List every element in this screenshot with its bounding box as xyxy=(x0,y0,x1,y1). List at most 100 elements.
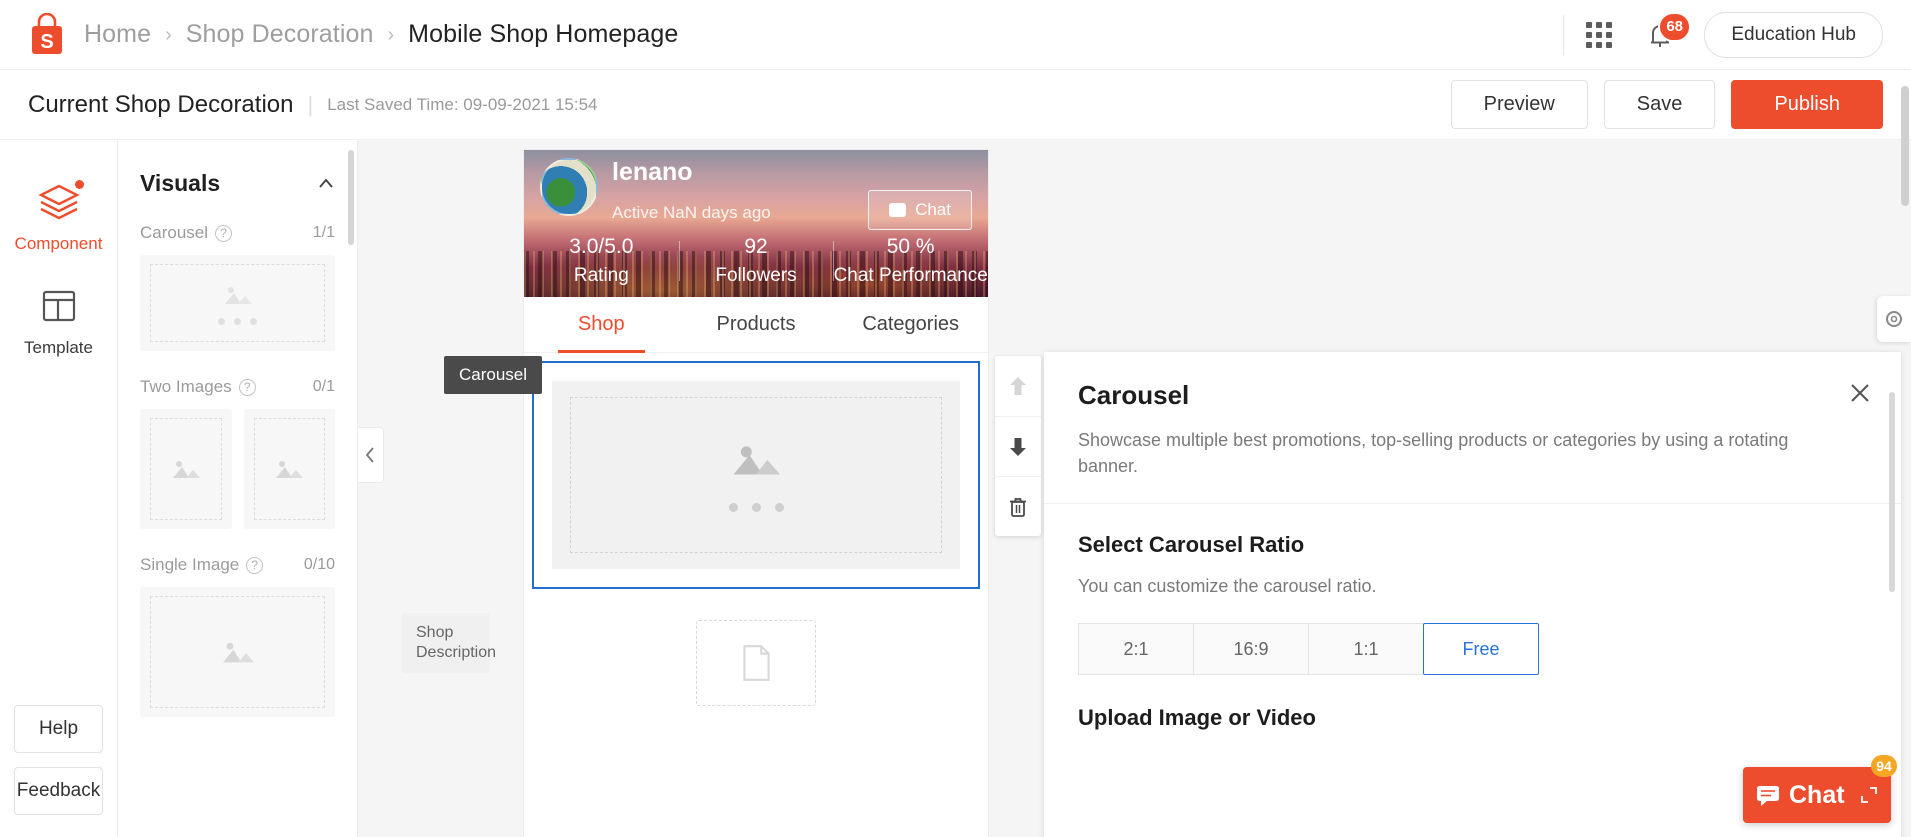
image-placeholder-icon xyxy=(276,461,304,478)
visuals-group-label: Carousel xyxy=(140,223,209,242)
delete-component-button[interactable] xyxy=(995,476,1041,536)
image-placeholder-icon xyxy=(224,286,252,304)
image-placeholder-icon xyxy=(733,445,781,475)
visuals-title: Visuals xyxy=(140,170,221,196)
stat-value: 50 % xyxy=(886,235,935,258)
visuals-panel: Visuals Carousel ? 1/1 Two Images ? 0/1 … xyxy=(118,140,358,837)
feedback-button[interactable]: Feedback xyxy=(14,767,103,815)
chat-widget[interactable]: Chat 94 xyxy=(1743,755,1897,823)
editor-canvas: lenano Active NaN days ago Chat 3.0/5.0 … xyxy=(358,140,1911,837)
education-hub-button[interactable]: Education Hub xyxy=(1704,11,1883,58)
ratio-options: 2:1 16:9 1:1 Free xyxy=(1078,623,1867,676)
document-placeholder-icon xyxy=(743,645,770,681)
breadcrumb-separator-icon: › xyxy=(165,23,172,46)
visuals-group-label: Two Images xyxy=(140,377,232,396)
ratio-option-2-1[interactable]: 2:1 xyxy=(1078,623,1194,676)
trash-icon xyxy=(1010,497,1026,517)
arrow-up-icon xyxy=(1010,377,1026,395)
question-mark-icon[interactable]: ? xyxy=(238,378,256,396)
move-down-button[interactable] xyxy=(995,416,1041,476)
chevron-up-icon[interactable] xyxy=(317,175,335,193)
image-placeholder-icon xyxy=(222,642,254,663)
chat-widget-badge: 94 xyxy=(1871,755,1897,777)
breadcrumb: Home › Shop Decoration › Mobile Shop Hom… xyxy=(84,20,678,49)
visuals-group-count: 0/10 xyxy=(303,556,335,573)
collapse-panel-button[interactable] xyxy=(358,427,384,483)
expand-icon[interactable] xyxy=(1859,785,1879,805)
tab-shop[interactable]: Shop xyxy=(524,297,679,353)
feedback-tab[interactable] xyxy=(1877,296,1911,342)
breadcrumb-item-home[interactable]: Home xyxy=(84,20,151,49)
mobile-preview: lenano Active NaN days ago Chat 3.0/5.0 … xyxy=(524,150,988,837)
component-thumbnail-two-images-left[interactable] xyxy=(140,409,232,529)
component-new-dot-icon xyxy=(74,180,84,189)
component-thumbnail-two-images-right[interactable] xyxy=(243,409,335,529)
visuals-group-count: 0/1 xyxy=(312,378,335,395)
shop-name: lenano xyxy=(612,158,693,186)
layout-icon xyxy=(42,290,75,322)
help-button[interactable]: Help xyxy=(14,705,103,753)
layers-icon xyxy=(37,184,80,220)
carousel-dots-icon xyxy=(218,317,257,325)
question-mark-icon[interactable]: ? xyxy=(246,556,264,574)
breadcrumb-separator-icon: › xyxy=(387,23,395,46)
page-scrollbar[interactable] xyxy=(1901,86,1909,206)
rail-label-template: Template xyxy=(24,338,93,357)
stat-label: Followers xyxy=(715,265,797,286)
rail-bottom-actions: Help Feedback xyxy=(0,705,117,837)
ratio-option-1-1[interactable]: 1:1 xyxy=(1308,623,1424,676)
rail-label-component: Component xyxy=(14,234,103,253)
stat-label: Rating xyxy=(573,265,629,286)
page-action-bar: Current Shop Decoration | Last Saved Tim… xyxy=(0,70,1911,140)
carousel-dots-icon xyxy=(728,502,784,512)
grid-apps-icon[interactable] xyxy=(1586,21,1613,48)
shop-header-banner: lenano Active NaN days ago Chat 3.0/5.0 … xyxy=(524,150,988,297)
stat-label: Chat Performance xyxy=(833,265,988,286)
move-up-button[interactable] xyxy=(995,356,1041,416)
rail-item-component[interactable]: Component xyxy=(0,164,117,268)
visuals-group-two-images: Two Images ? 0/1 xyxy=(140,377,335,529)
visuals-header: Visuals xyxy=(140,170,335,197)
last-saved-time: Last Saved Time: 09-09-2021 15:54 xyxy=(327,94,598,114)
chat-widget-label: Chat xyxy=(1789,780,1845,809)
component-thumbnail-carousel[interactable] xyxy=(140,255,335,351)
page-title: Current Shop Decoration xyxy=(28,90,294,118)
component-thumbnail-single-image[interactable] xyxy=(140,587,335,717)
stat-chat-performance: 50 % Chat Performance xyxy=(833,235,988,287)
shopee-logo[interactable]: S xyxy=(28,12,66,57)
chevron-left-icon xyxy=(365,447,374,463)
component-toolbar xyxy=(995,356,1041,536)
visuals-group-count: 1/1 xyxy=(312,224,335,241)
carousel-component-slot[interactable] xyxy=(532,361,980,589)
top-navigation-bar: S Home › Shop Decoration › Mobile Shop H… xyxy=(0,0,1911,70)
preview-button[interactable]: Preview xyxy=(1450,80,1588,129)
settings-header: Carousel Showcase multiple best promotio… xyxy=(1044,352,1901,503)
chat-bubble-icon xyxy=(889,203,907,217)
description-placeholder xyxy=(696,620,816,706)
top-bar-actions: 68 Education Hub xyxy=(1563,0,1883,69)
preview-tabs: Shop Products Categories xyxy=(524,297,988,353)
publish-button[interactable]: Publish xyxy=(1731,80,1883,129)
upload-section-title: Upload Image or Video xyxy=(1078,705,1316,731)
settings-panel-scrollbar[interactable] xyxy=(1889,392,1895,592)
ratio-option-16-9[interactable]: 16:9 xyxy=(1193,623,1309,676)
save-button[interactable]: Save xyxy=(1603,80,1716,129)
breadcrumb-item-shop-decoration[interactable]: Shop Decoration xyxy=(186,20,374,49)
stat-value: 3.0/5.0 xyxy=(569,235,634,258)
visuals-panel-scrollbar[interactable] xyxy=(348,150,354,245)
tab-products[interactable]: Products xyxy=(679,297,834,352)
shop-description-tag: Shop Description xyxy=(402,613,496,673)
shop-stats: 3.0/5.0 Rating 92 Followers 50 % Chat Pe… xyxy=(524,235,988,287)
avatar xyxy=(540,158,598,216)
ratio-option-free[interactable]: Free xyxy=(1423,623,1539,676)
rail-item-template[interactable]: Template xyxy=(0,268,117,372)
component-settings-panel: Carousel Showcase multiple best promotio… xyxy=(1044,352,1901,837)
shop-description-slot[interactable] xyxy=(532,603,980,723)
tab-categories[interactable]: Categories xyxy=(833,297,988,352)
image-placeholder-icon xyxy=(172,461,200,478)
shop-chat-button[interactable]: Chat xyxy=(868,190,972,230)
question-mark-icon[interactable]: ? xyxy=(215,224,233,242)
notification-bell[interactable]: 68 xyxy=(1646,11,1692,50)
left-rail: Component Template Help Feedback xyxy=(0,140,118,837)
close-icon[interactable] xyxy=(1849,382,1871,404)
